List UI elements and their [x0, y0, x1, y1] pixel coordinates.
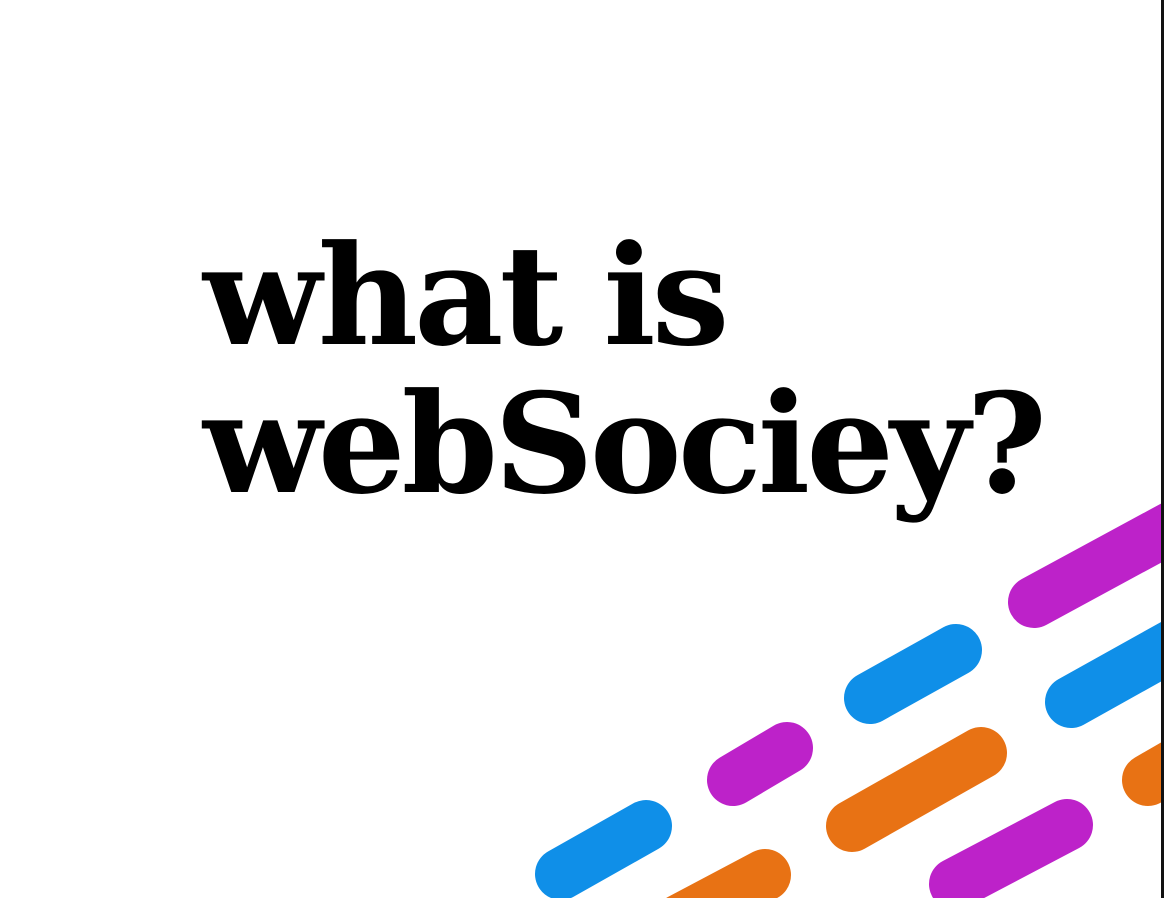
- stripe-orange-3: [666, 849, 791, 898]
- diagonal-stripes-decoration: [535, 501, 1164, 898]
- stripe-magenta-2: [707, 722, 813, 806]
- stripe-magenta-1: [1008, 501, 1164, 628]
- stripe-blue-3: [535, 800, 672, 898]
- stripe-blue-2: [1045, 620, 1164, 728]
- stripe-blue-1: [844, 624, 982, 724]
- slide: what is webSociey?: [0, 0, 1164, 898]
- stripe-orange-1: [826, 727, 1007, 852]
- stripe-magenta-3: [929, 799, 1093, 898]
